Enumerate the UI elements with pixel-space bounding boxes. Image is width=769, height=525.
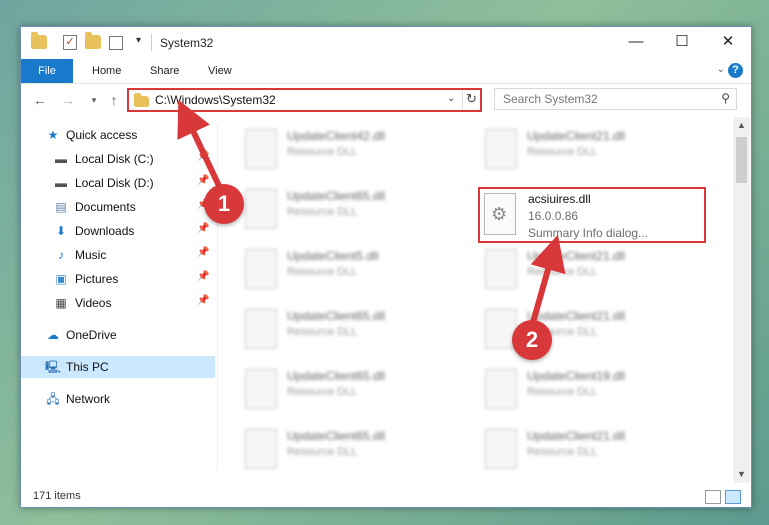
arrow-to-file [529,234,566,327]
step-2-badge: 2 [512,320,552,360]
annotation-arrows [177,99,566,327]
arrow-to-address-bar [177,99,223,190]
step-1-badge: 1 [204,184,244,224]
